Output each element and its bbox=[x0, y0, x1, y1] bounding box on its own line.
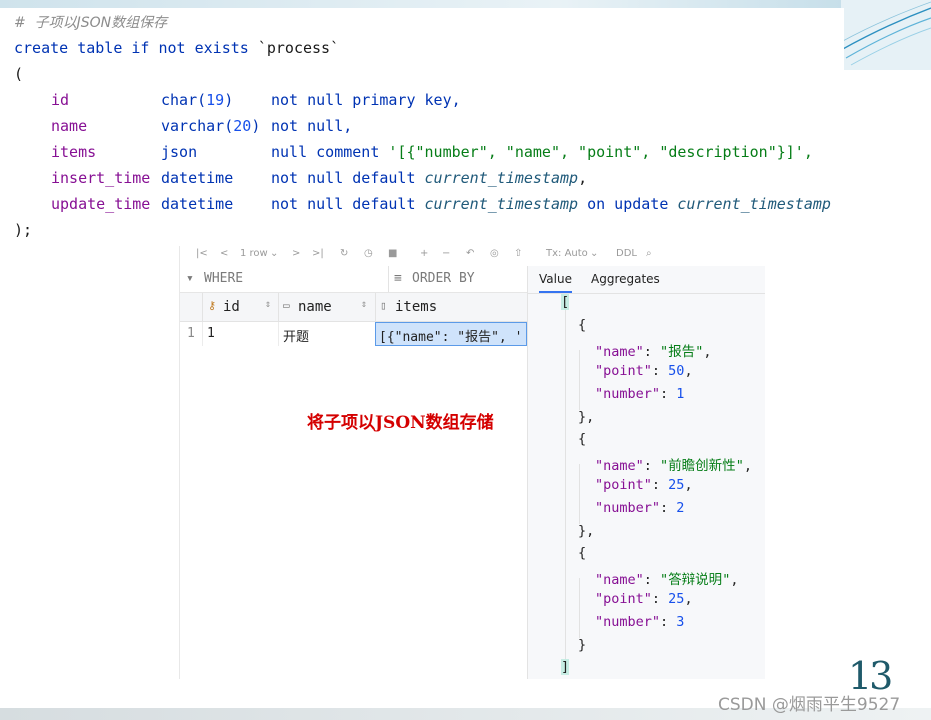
sql-code-block: # 子项以JSON数组保存 create table if not exists… bbox=[10, 8, 844, 244]
cell-name[interactable]: 开题 bbox=[283, 326, 309, 345]
database-grid-panel: |< < 1 row ⌄ > >| ↻ ◷ ■ + − ↶ ◎ ⇧ Tx: Au… bbox=[179, 246, 765, 679]
object-close: }, bbox=[578, 523, 595, 539]
where-filter-input[interactable]: WHERE bbox=[204, 271, 243, 286]
array-open-bracket: [ bbox=[561, 294, 570, 310]
row-number: 1 bbox=[187, 326, 195, 341]
json-entry-name: "name": "答辩说明", bbox=[595, 572, 739, 588]
table-row[interactable]: 1 1 开题 [{"name": "报告", ' bbox=[180, 322, 527, 346]
remove-row-icon[interactable]: − bbox=[442, 248, 450, 259]
json-entry-number: "number": 2 bbox=[595, 500, 685, 516]
json-entry-point: "point": 50, bbox=[595, 363, 693, 379]
object-close: } bbox=[578, 637, 587, 653]
cell-items-selected[interactable]: [{"name": "报告", ' bbox=[375, 322, 527, 346]
row-count-selector[interactable]: 1 row bbox=[240, 248, 268, 259]
object-open: { bbox=[578, 431, 587, 447]
column-header-items[interactable]: items bbox=[395, 299, 437, 315]
json-entry-point: "point": 25, bbox=[595, 477, 693, 493]
submit-icon[interactable]: ⇧ bbox=[514, 248, 522, 259]
filter-divider bbox=[388, 266, 389, 292]
prev-page-icon[interactable]: < bbox=[220, 248, 228, 259]
object-open: { bbox=[578, 545, 587, 561]
column-header-id[interactable]: id bbox=[223, 299, 240, 315]
chevron-down-icon[interactable]: ⌄ bbox=[590, 248, 598, 259]
json-entry-name: "name": "前瞻创新性", bbox=[595, 458, 752, 474]
column-header-name[interactable]: name bbox=[298, 299, 332, 315]
order-by-input[interactable]: ORDER BY bbox=[412, 271, 475, 286]
tab-value[interactable]: Value bbox=[539, 272, 572, 293]
filter-icon: ▾ bbox=[186, 271, 194, 286]
column-type-icon: ▯ bbox=[380, 299, 387, 312]
cell-id[interactable]: 1 bbox=[207, 326, 215, 341]
add-row-icon[interactable]: + bbox=[420, 248, 428, 259]
code-line-create: create table if not exists `process` bbox=[14, 39, 340, 57]
refresh-icon[interactable]: ↻ bbox=[340, 248, 348, 259]
search-icon[interactable]: ⌕ bbox=[646, 248, 652, 259]
ddl-button[interactable]: DDL bbox=[616, 248, 637, 259]
history-icon[interactable]: ◷ bbox=[364, 248, 373, 259]
code-comment: # 子项以JSON数组保存 bbox=[14, 15, 168, 31]
sort-arrows-icon[interactable]: ⇕ bbox=[361, 299, 367, 310]
sort-icon: ≡ bbox=[394, 271, 402, 286]
transaction-mode-selector[interactable]: Tx: Auto bbox=[546, 248, 588, 259]
stop-icon[interactable]: ■ bbox=[388, 248, 397, 259]
chevron-down-icon[interactable]: ⌄ bbox=[270, 248, 278, 259]
view-icon[interactable]: ◎ bbox=[490, 248, 499, 259]
first-page-icon[interactable]: |< bbox=[196, 248, 208, 259]
code-open-paren: ( bbox=[14, 65, 24, 83]
slide-top-strip bbox=[0, 0, 931, 8]
column-type-icon: ▭ bbox=[283, 299, 290, 312]
last-page-icon[interactable]: >| bbox=[312, 248, 324, 259]
object-close: }, bbox=[578, 409, 595, 425]
code-close-paren: ); bbox=[14, 221, 33, 239]
csdn-watermark: CSDN @烟雨平生9527 bbox=[718, 695, 901, 715]
next-page-icon[interactable]: > bbox=[292, 248, 300, 259]
object-open: { bbox=[578, 317, 587, 333]
json-entry-point: "point": 25, bbox=[595, 591, 693, 607]
array-close-bracket: ] bbox=[561, 659, 570, 675]
value-tabs: Value Aggregates bbox=[528, 266, 765, 294]
slide-corner-decoration bbox=[841, 0, 931, 70]
grid-header: ⚷ id ⇕ ▭ name ⇕ ▯ items bbox=[180, 293, 527, 322]
revert-icon[interactable]: ↶ bbox=[466, 248, 474, 259]
filter-bar: ▾ WHERE ≡ ORDER BY bbox=[180, 266, 527, 293]
json-entry-name: "name": "报告", bbox=[595, 344, 712, 360]
grid-toolbar: |< < 1 row ⌄ > >| ↻ ◷ ■ + − ↶ ◎ ⇧ Tx: Au… bbox=[180, 246, 764, 264]
annotation-note: 将子项以JSON数组存储 bbox=[307, 413, 494, 433]
json-entry-number: "number": 1 bbox=[595, 386, 685, 402]
tab-aggregates[interactable]: Aggregates bbox=[591, 272, 660, 286]
key-column-icon: ⚷ bbox=[208, 299, 217, 312]
value-viewer-pane: Value Aggregates [ { "name": "报告", "poin… bbox=[527, 266, 765, 679]
sort-arrows-icon[interactable]: ⇕ bbox=[265, 299, 271, 310]
json-entry-number: "number": 3 bbox=[595, 614, 685, 630]
